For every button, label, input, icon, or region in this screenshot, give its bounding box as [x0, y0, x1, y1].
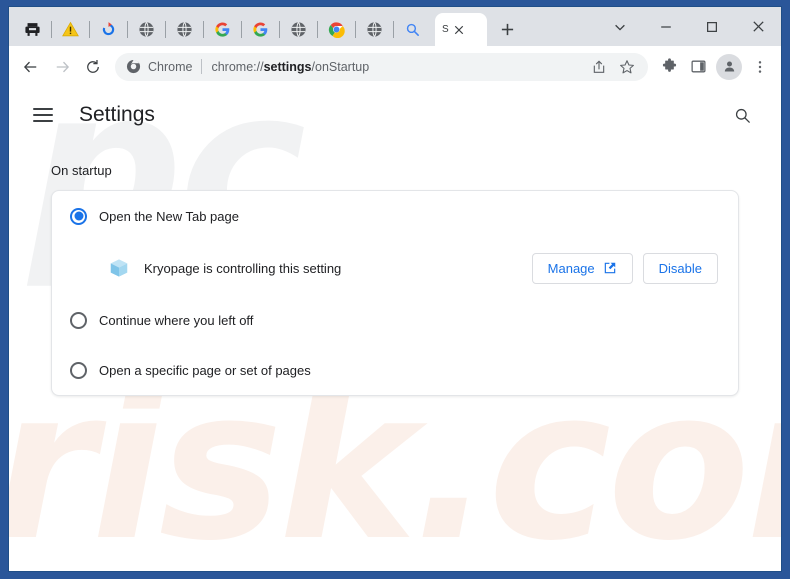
omnibox-actions: [586, 54, 640, 80]
page-title: Settings: [79, 103, 155, 126]
pinned-tab-8[interactable]: [279, 13, 317, 46]
startup-option-specific-page[interactable]: Open a specific page or set of pages: [52, 345, 738, 395]
external-link-icon: [604, 262, 615, 274]
hamburger-line: [33, 120, 53, 122]
radio-button[interactable]: [70, 361, 87, 379]
tab-strip: S: [9, 7, 781, 46]
profile-button[interactable]: [716, 53, 742, 80]
url-prefix: chrome://: [211, 59, 264, 74]
browser-window: S Chrome chrome://settings/onStartup ris…: [8, 6, 782, 572]
hamburger-line: [33, 108, 53, 110]
tab-search-button[interactable]: [597, 11, 643, 43]
url-suffix: /onStartup: [311, 59, 370, 74]
warning-triangle-icon: [61, 21, 79, 37]
forward-button[interactable]: [47, 52, 77, 82]
plus-icon: [501, 23, 513, 35]
manage-button[interactable]: Manage: [531, 252, 633, 284]
extension-cube-icon: [110, 259, 128, 277]
arrow-right-icon: [56, 61, 70, 72]
search-magnifier-icon: [406, 23, 419, 36]
chrome-logo-icon: [328, 22, 345, 38]
radio-button[interactable]: [70, 311, 87, 329]
printer-icon: [24, 23, 40, 36]
disable-button[interactable]: Disable: [642, 252, 718, 284]
pinned-tab-7[interactable]: [241, 13, 279, 46]
side-panel-icon: [690, 60, 706, 73]
arrow-left-icon: [23, 61, 37, 72]
pinned-tab-10[interactable]: [355, 13, 393, 46]
radio-label: Continue where you left off: [99, 312, 254, 328]
extensions-button[interactable]: [655, 53, 683, 81]
pinned-tab-11[interactable]: [393, 13, 431, 46]
reload-button[interactable]: [78, 52, 108, 82]
extensions-puzzle-icon: [662, 58, 676, 72]
close-icon: [752, 21, 764, 32]
globe-icon: [176, 22, 192, 37]
hamburger-line: [33, 114, 53, 116]
extension-notice-row: Kryopage is controlling this setting Man…: [52, 241, 738, 295]
radio-button[interactable]: [70, 207, 87, 225]
globe-icon: [138, 22, 154, 37]
section-title: On startup: [51, 163, 112, 178]
share-button[interactable]: [586, 54, 612, 80]
radio-label: Open a specific page or set of pages: [99, 362, 311, 378]
close-window-button[interactable]: [735, 11, 781, 43]
chrome-refresh-icon: [102, 22, 114, 36]
settings-header: Settings: [9, 87, 781, 143]
manage-button-label: Manage: [547, 260, 595, 276]
extension-actions: Manage Disable: [531, 252, 718, 284]
browser-toolbar: Chrome chrome://settings/onStartup: [9, 46, 781, 87]
back-button[interactable]: [16, 52, 46, 82]
globe-icon: [366, 22, 382, 37]
pinned-tab-9[interactable]: [317, 13, 355, 46]
profile-avatar-icon: [724, 61, 734, 72]
pinned-tab-4[interactable]: [127, 13, 165, 46]
bookmark-button[interactable]: [614, 54, 640, 80]
pinned-tab-5[interactable]: [165, 13, 203, 46]
minimize-icon: [661, 25, 671, 28]
active-tab[interactable]: S: [435, 13, 487, 46]
maximize-icon: [707, 21, 717, 32]
side-panel-button[interactable]: [684, 53, 712, 81]
startup-option-new-tab[interactable]: Open the New Tab page: [52, 191, 738, 241]
main-menu-button[interactable]: [33, 102, 59, 128]
settings-page: pc risk.com Settings On startup: [9, 87, 781, 571]
on-startup-card: Open the New Tab page Kryopage is contro…: [51, 190, 739, 396]
more-vertical-icon: [758, 60, 762, 73]
startup-option-continue[interactable]: Continue where you left off: [52, 295, 738, 345]
window-controls: [597, 7, 781, 46]
search-icon: [735, 108, 750, 123]
share-icon: [593, 59, 605, 73]
url-bold-part: settings: [263, 59, 312, 74]
site-label: Chrome: [148, 59, 193, 74]
maximize-button[interactable]: [689, 11, 735, 43]
google-g-icon: [252, 22, 267, 37]
active-tab-title: S: [442, 24, 449, 35]
radio-label: Open the New Tab page: [99, 208, 239, 224]
close-icon[interactable]: [453, 24, 465, 36]
bookmark-star-icon: [620, 59, 634, 73]
extension-notice-text: Kryopage is controlling this setting: [144, 260, 342, 276]
url-text: chrome://settings/onStartup: [211, 60, 586, 74]
search-settings-button[interactable]: [727, 100, 757, 130]
minimize-button[interactable]: [643, 11, 689, 43]
address-bar[interactable]: Chrome chrome://settings/onStartup: [115, 52, 648, 81]
chrome-menu-button[interactable]: [746, 53, 774, 81]
reload-icon: [87, 59, 99, 73]
chevron-down-icon: [615, 24, 625, 31]
pinned-tab-2[interactable]: [51, 13, 89, 46]
omnibox-divider: [201, 59, 203, 74]
chrome-logo-icon: [126, 59, 141, 74]
pinned-tab-6[interactable]: [203, 13, 241, 46]
disable-button-label: Disable: [658, 260, 702, 276]
pinned-tab-3[interactable]: [89, 13, 127, 46]
globe-icon: [290, 22, 306, 37]
google-g-icon: [214, 22, 229, 37]
pinned-tab-1[interactable]: [13, 13, 51, 46]
settings-content: On startup Open the New Tab page Kryopag…: [9, 163, 781, 396]
new-tab-button[interactable]: [493, 15, 521, 43]
